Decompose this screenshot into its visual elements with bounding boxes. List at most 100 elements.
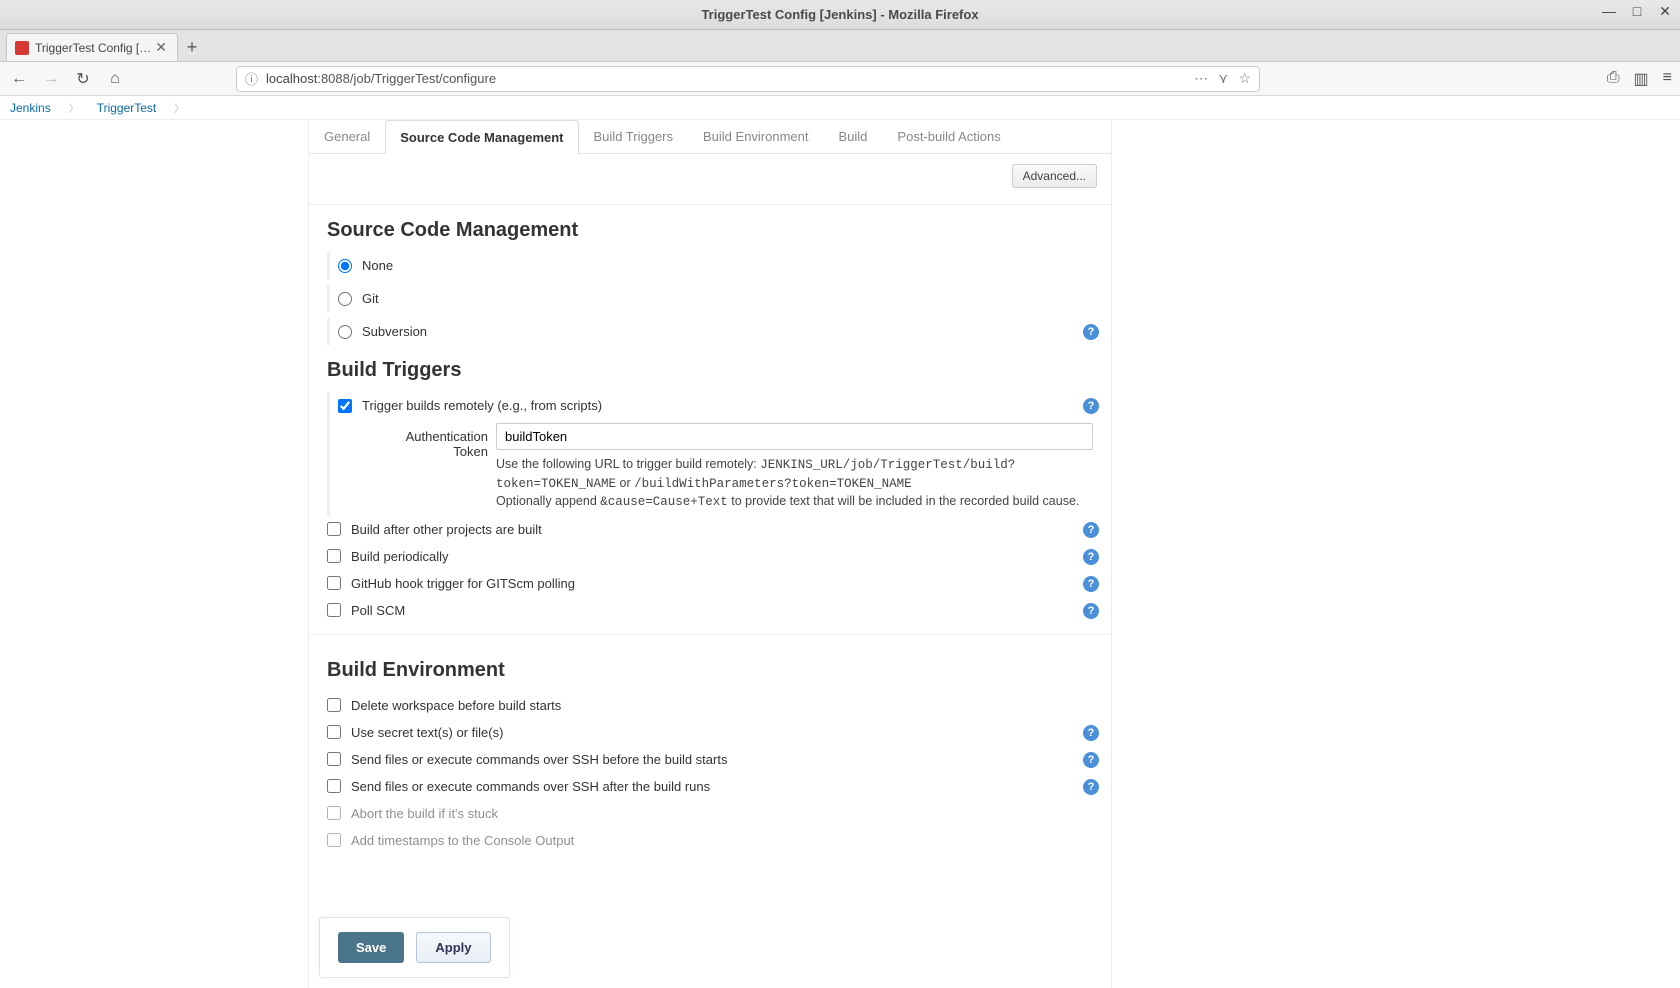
save-button[interactable]: Save xyxy=(338,932,404,963)
more-icon[interactable]: ⋯ xyxy=(1194,70,1208,87)
checkbox-label: Poll SCM xyxy=(351,603,405,618)
checkbox-label: Delete workspace before build starts xyxy=(351,698,561,713)
home-icon[interactable]: ⌂ xyxy=(104,68,126,90)
checkbox-label: Send files or execute commands over SSH … xyxy=(351,752,727,767)
checkbox-label: Trigger builds remotely (e.g., from scri… xyxy=(362,398,602,413)
trigger-help-text: Use the following URL to trigger build r… xyxy=(496,456,1093,512)
checkbox-build-after[interactable] xyxy=(327,522,341,536)
info-icon[interactable]: ⓘ xyxy=(245,69,258,88)
pocket-icon[interactable]: ⋎ xyxy=(1218,70,1228,87)
checkbox-ssh-before[interactable] xyxy=(327,752,341,766)
scm-option-subversion[interactable]: Subversion ? xyxy=(330,318,1111,345)
new-tab-button[interactable]: + xyxy=(178,33,206,61)
trigger-remote-row[interactable]: Trigger builds remotely (e.g., from scri… xyxy=(330,392,1111,419)
apply-button[interactable]: Apply xyxy=(416,932,490,963)
scm-option-git[interactable]: Git xyxy=(330,285,1111,312)
browser-tab[interactable]: TriggerTest Config [Jenki ✕ xyxy=(6,33,178,61)
checkbox-github-hook[interactable] xyxy=(327,576,341,590)
help-icon[interactable]: ? xyxy=(1083,398,1099,414)
help-icon[interactable]: ? xyxy=(1083,522,1099,538)
auth-token-row: Authentication Token Use the following U… xyxy=(330,419,1111,516)
help-icon[interactable]: ? xyxy=(1083,324,1099,340)
tab-general[interactable]: General xyxy=(309,120,385,153)
section-heading-env: Build Environment xyxy=(309,645,1111,692)
checkbox-ssh-after[interactable] xyxy=(327,779,341,793)
tab-build-environment[interactable]: Build Environment xyxy=(688,120,824,153)
checkbox-timestamps[interactable] xyxy=(327,833,341,847)
sticky-action-bar: Save Apply xyxy=(319,917,510,978)
browser-tabstrip: TriggerTest Config [Jenki ✕ + xyxy=(0,30,1680,62)
jenkins-favicon-icon xyxy=(15,41,29,55)
url-bar[interactable]: ⓘ localhost:8088/job/TriggerTest/configu… xyxy=(236,66,1260,92)
checkbox-periodically[interactable] xyxy=(327,549,341,563)
window-titlebar: TriggerTest Config [Jenkins] - Mozilla F… xyxy=(0,0,1680,30)
checkbox-label: Abort the build if it's stuck xyxy=(351,806,498,821)
minimize-icon[interactable]: — xyxy=(1602,4,1616,18)
config-tabs: General Source Code Management Build Tri… xyxy=(309,120,1111,154)
help-icon[interactable]: ? xyxy=(1083,603,1099,619)
window-title: TriggerTest Config [Jenkins] - Mozilla F… xyxy=(701,7,978,22)
trigger-build-after-row[interactable]: Build after other projects are built ? xyxy=(309,516,1111,543)
sidebar-icon[interactable]: ▥ xyxy=(1634,69,1649,89)
checkbox-poll-scm[interactable] xyxy=(327,603,341,617)
checkbox-label: Use secret text(s) or file(s) xyxy=(351,725,503,740)
back-icon[interactable]: ← xyxy=(8,68,30,90)
checkbox-label: Build periodically xyxy=(351,549,449,564)
checkbox-abort-stuck[interactable] xyxy=(327,806,341,820)
breadcrumb-item[interactable]: Jenkins xyxy=(10,101,51,115)
radio-none[interactable] xyxy=(338,259,352,273)
section-heading-scm: Source Code Management xyxy=(309,205,1111,252)
browser-navbar: ← → ↻ ⌂ ⓘ localhost:8088/job/TriggerTest… xyxy=(0,62,1680,96)
help-icon[interactable]: ? xyxy=(1083,725,1099,741)
url-text: localhost:8088/job/TriggerTest/configure xyxy=(266,71,1186,86)
radio-label: Git xyxy=(362,291,379,306)
checkbox-secret-text[interactable] xyxy=(327,725,341,739)
chevron-right-icon: 〉 xyxy=(174,100,184,115)
trigger-poll-scm-row[interactable]: Poll SCM ? xyxy=(309,597,1111,624)
section-heading-triggers: Build Triggers xyxy=(309,345,1111,392)
checkbox-delete-workspace[interactable] xyxy=(327,698,341,712)
tab-source-code-management[interactable]: Source Code Management xyxy=(385,120,578,154)
auth-token-input[interactable] xyxy=(496,423,1093,450)
checkbox-label: Add timestamps to the Console Output xyxy=(351,833,574,848)
tab-post-build-actions[interactable]: Post-build Actions xyxy=(882,120,1015,153)
env-ssh-after-row[interactable]: Send files or execute commands over SSH … xyxy=(309,773,1111,800)
tab-build-triggers[interactable]: Build Triggers xyxy=(579,120,688,153)
hamburger-menu-icon[interactable]: ≡ xyxy=(1663,69,1672,89)
radio-label: None xyxy=(362,258,393,273)
forward-icon[interactable]: → xyxy=(40,68,62,90)
maximize-icon[interactable]: □ xyxy=(1630,4,1644,18)
help-icon[interactable]: ? xyxy=(1083,576,1099,592)
checkbox-trigger-remote[interactable] xyxy=(338,399,352,413)
env-timestamps-row[interactable]: Add timestamps to the Console Output xyxy=(309,827,1111,854)
trigger-github-hook-row[interactable]: GitHub hook trigger for GITScm polling ? xyxy=(309,570,1111,597)
tab-build[interactable]: Build xyxy=(824,120,883,153)
trigger-periodically-row[interactable]: Build periodically ? xyxy=(309,543,1111,570)
checkbox-label: GitHub hook trigger for GITScm polling xyxy=(351,576,575,591)
close-tab-icon[interactable]: ✕ xyxy=(153,39,169,56)
env-abort-stuck-row[interactable]: Abort the build if it's stuck xyxy=(309,800,1111,827)
env-secret-text-row[interactable]: Use secret text(s) or file(s) ? xyxy=(309,719,1111,746)
help-icon[interactable]: ? xyxy=(1083,752,1099,768)
browser-tab-title: TriggerTest Config [Jenki xyxy=(35,41,153,55)
checkbox-label: Send files or execute commands over SSH … xyxy=(351,779,710,794)
breadcrumb-item[interactable]: TriggerTest xyxy=(97,101,157,115)
env-delete-workspace-row[interactable]: Delete workspace before build starts xyxy=(309,692,1111,719)
chevron-right-icon: 〉 xyxy=(69,100,79,115)
close-window-icon[interactable]: ✕ xyxy=(1658,4,1672,18)
help-icon[interactable]: ? xyxy=(1083,549,1099,565)
scm-option-none[interactable]: None xyxy=(330,252,1111,279)
breadcrumb: Jenkins 〉 TriggerTest 〉 xyxy=(0,96,1680,120)
radio-git[interactable] xyxy=(338,292,352,306)
env-ssh-before-row[interactable]: Send files or execute commands over SSH … xyxy=(309,746,1111,773)
auth-token-label: Authentication Token xyxy=(370,423,488,459)
radio-label: Subversion xyxy=(362,324,427,339)
help-icon[interactable]: ? xyxy=(1083,779,1099,795)
reload-icon[interactable]: ↻ xyxy=(72,68,94,90)
radio-subversion[interactable] xyxy=(338,325,352,339)
advanced-button[interactable]: Advanced... xyxy=(1012,164,1097,188)
config-form: General Source Code Management Build Tri… xyxy=(308,120,1112,988)
bookmark-star-icon[interactable]: ☆ xyxy=(1238,70,1251,87)
checkbox-label: Build after other projects are built xyxy=(351,522,542,537)
library-icon[interactable]: ⎙ xyxy=(1607,69,1620,89)
